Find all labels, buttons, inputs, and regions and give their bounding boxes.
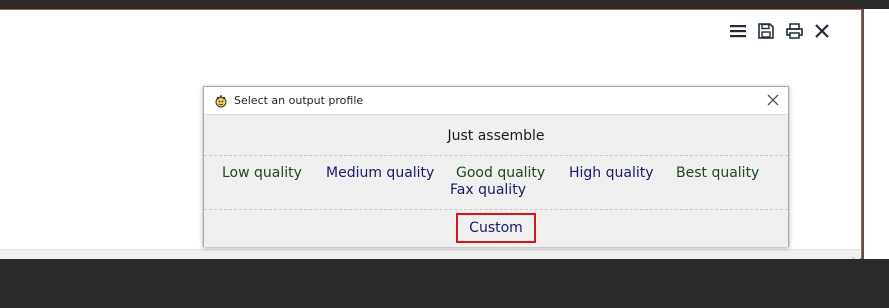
best-quality-option[interactable]: Best quality — [676, 165, 759, 181]
just-assemble-row: Just assemble — [204, 116, 788, 155]
separator — [204, 155, 788, 156]
toolbar — [729, 22, 831, 40]
bottom-dark-area — [0, 259, 889, 308]
medium-quality-option[interactable]: Medium quality — [326, 165, 434, 181]
fax-quality-option[interactable]: Fax quality — [450, 182, 526, 198]
custom-row: Custom — [204, 211, 788, 245]
quality-options-row: Low quality Medium quality Good quality … — [204, 163, 788, 213]
app-logo-icon — [213, 93, 229, 109]
custom-option-button[interactable]: Custom — [456, 213, 536, 243]
dialog-titlebar: Select an output profile — [204, 87, 788, 115]
right-gutter — [862, 9, 889, 259]
high-quality-option[interactable]: High quality — [569, 165, 654, 181]
dialog-body: Just assemble Low quality Medium quality… — [204, 116, 788, 247]
print-icon[interactable] — [785, 22, 803, 40]
top-strip — [0, 0, 889, 9]
separator — [204, 209, 788, 210]
output-profile-dialog: Select an output profile Just assemble L… — [203, 86, 789, 247]
good-quality-option[interactable]: Good quality — [456, 165, 545, 181]
low-quality-option[interactable]: Low quality — [222, 165, 302, 181]
hamburger-icon[interactable] — [729, 22, 747, 40]
dialog-title: Select an output profile — [234, 94, 364, 107]
save-icon[interactable] — [757, 22, 775, 40]
dialog-close-icon[interactable] — [766, 92, 780, 106]
just-assemble-option[interactable]: Just assemble — [447, 128, 544, 144]
close-icon[interactable] — [813, 22, 831, 40]
gutter-divider — [862, 9, 864, 259]
